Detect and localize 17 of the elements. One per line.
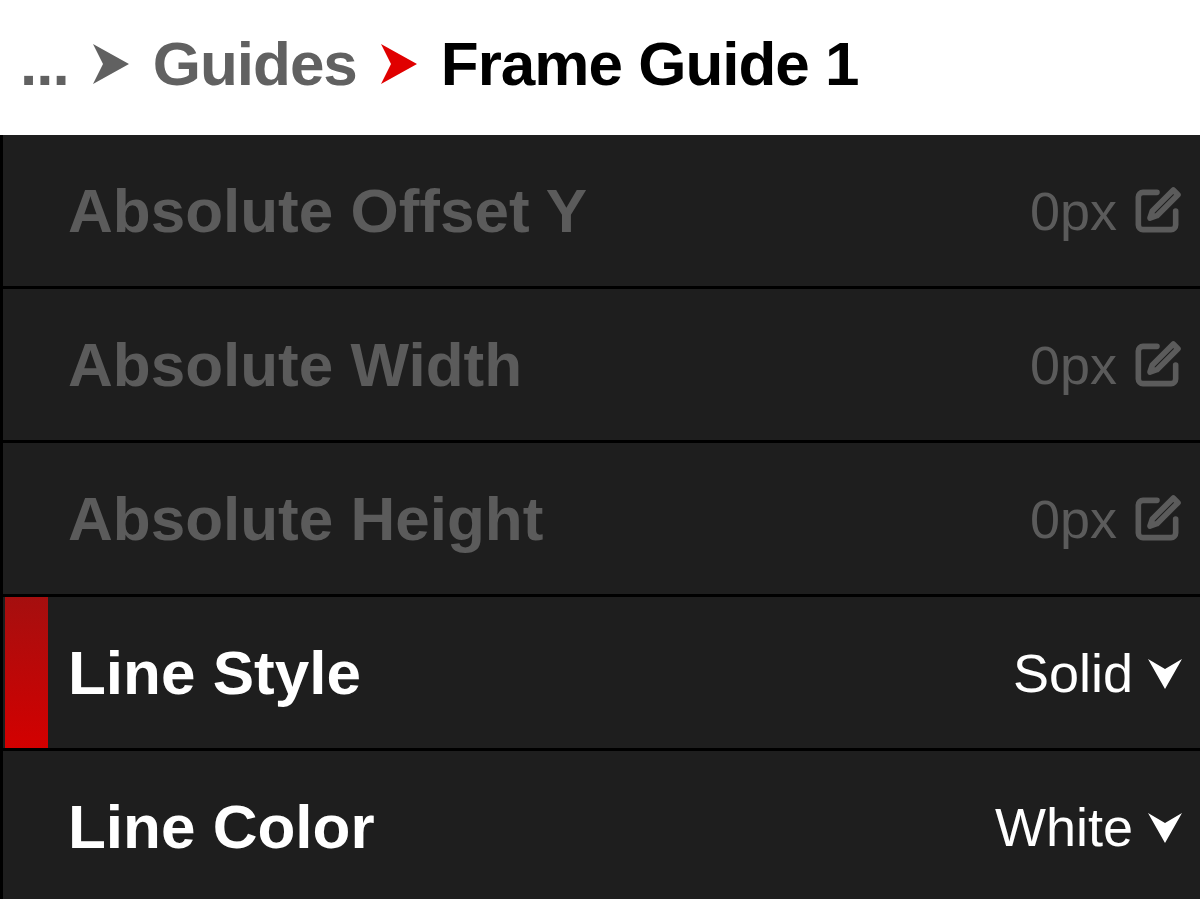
- setting-label: Absolute Offset Y: [68, 175, 589, 246]
- setting-label: Absolute Width: [68, 329, 524, 400]
- setting-label: Line Style: [68, 637, 362, 708]
- setting-value: White: [994, 795, 1133, 858]
- setting-row[interactable]: Line Color White: [3, 751, 1200, 899]
- setting-value: 0px: [1029, 333, 1117, 396]
- setting-value: 0px: [1029, 179, 1117, 242]
- setting-label: Absolute Height: [68, 483, 545, 554]
- chevron-icon: [90, 41, 131, 86]
- breadcrumb-ellipsis[interactable]: ...: [20, 28, 69, 99]
- setting-value: Solid: [1012, 641, 1133, 704]
- setting-label: Line Color: [68, 791, 376, 862]
- breadcrumb-link[interactable]: Guides: [152, 28, 357, 99]
- breadcrumb-current: Frame Guide 1: [440, 28, 859, 99]
- setting-row[interactable]: Line Style Solid: [3, 597, 1200, 748]
- chevron-icon: [378, 41, 419, 86]
- setting-value: 0px: [1029, 487, 1117, 550]
